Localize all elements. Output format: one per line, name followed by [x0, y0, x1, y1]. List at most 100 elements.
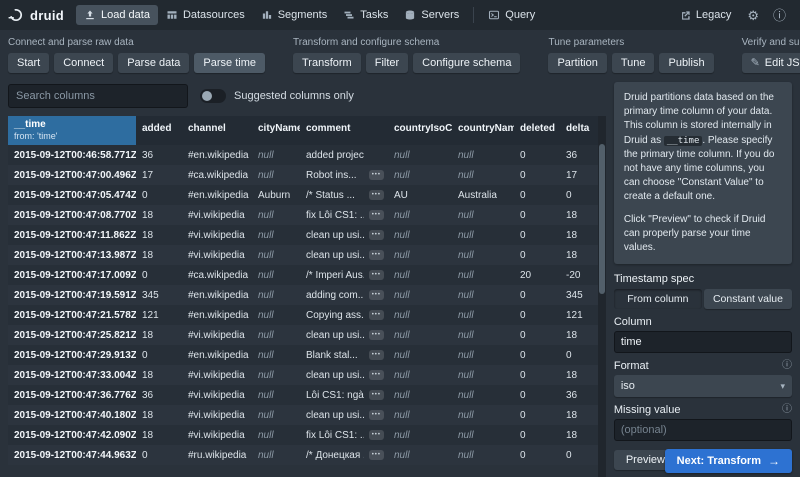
nav-item-label: Tasks [360, 9, 389, 21]
expand-comment-button[interactable]: ••• [368, 230, 384, 240]
data-preview-table: __time from: 'time' added channel cityNa… [8, 116, 606, 477]
country-name-cell: null [458, 449, 474, 461]
added-cell: 345 [142, 289, 159, 301]
nav-item-tasks[interactable]: Tasks [335, 5, 396, 25]
column-input[interactable] [613, 331, 792, 354]
city-cell: null [258, 389, 274, 401]
column-header-countryName[interactable]: countryName [452, 116, 514, 145]
comment-cell: clean up usi... ••• [300, 405, 388, 425]
step-group-connect: Connect and parse raw data Start Connect… [8, 37, 265, 73]
format-info-icon[interactable]: ⓘ [782, 361, 792, 371]
filter-row: Suggested columns only [8, 84, 606, 108]
expand-comment-button[interactable]: ••• [368, 330, 384, 340]
column-header-added[interactable]: added [136, 116, 182, 145]
nav-item-servers[interactable]: Servers [396, 5, 467, 25]
table-row: 2015-09-12T00:47:05.474Z 0 #en.wikipedia Au… [8, 185, 604, 205]
nav-item-load-data[interactable]: Load data [76, 5, 158, 25]
table-row: 2015-09-12T00:47:08.770Z 18 #vi.wikipedia n… [8, 205, 604, 225]
country-name-cell: null [458, 289, 474, 301]
step-transform[interactable]: Transform [293, 53, 361, 73]
time-cell: 2015-09-12T00:47:17.009Z [14, 269, 136, 281]
city-cell: null [258, 369, 274, 381]
table-row: 2015-09-12T00:47:19.591Z 345 #en.wikipedia… [8, 285, 604, 305]
druid-brand[interactable]: druid [8, 7, 64, 23]
nav-item-query[interactable]: Query [480, 5, 543, 25]
comment-cell: adding com... ••• [300, 285, 388, 305]
comment-cell: /* Донецкая ...••• [300, 445, 388, 465]
legacy-button[interactable]: Legacy [672, 5, 739, 25]
missing-value-field: Missing value ⓘ [613, 404, 792, 442]
expand-comment-button[interactable]: ••• [368, 290, 384, 300]
expand-comment-button[interactable]: ••• [368, 410, 384, 420]
column-header-deleted[interactable]: deleted [514, 116, 560, 145]
step-edit-json-spec[interactable]: ✎ Edit JSON spec [741, 53, 800, 73]
expand-comment-button[interactable]: ••• [368, 450, 384, 460]
expand-comment-button[interactable]: ••• [368, 310, 384, 320]
time-cell: 2015-09-12T00:47:21.578Z [14, 309, 136, 321]
expand-comment-button[interactable]: ••• [368, 370, 384, 380]
nav-item-datasources[interactable]: Datasources [158, 5, 253, 25]
column-header-countryIsoCode[interactable]: countryIsoCode [388, 116, 452, 145]
next-transform-button[interactable]: Next: Transform → [664, 449, 792, 473]
settings-gear-icon[interactable]: ⚙ [741, 7, 765, 24]
expand-comment-button[interactable]: ••• [368, 430, 384, 440]
table-row: 2015-09-12T00:47:29.913Z 0 #en.wikipedia nu… [8, 345, 604, 365]
arrow-right-icon: → [768, 454, 780, 468]
table-row: 2015-09-12T00:46:58.771Z 36 #en.wikipedia n… [8, 145, 604, 165]
toggle-knob [202, 91, 212, 101]
country-iso-cell: AU [394, 189, 408, 201]
nav-item-segments[interactable]: Segments [253, 5, 336, 25]
step-group-title: Connect and parse raw data [8, 37, 134, 48]
added-cell: 36 [142, 149, 154, 161]
expand-comment-button[interactable]: ••• [368, 170, 384, 180]
step-configure-schema[interactable]: Configure schema [413, 53, 521, 73]
format-selected-value: iso [620, 380, 635, 393]
step-publish[interactable]: Publish [659, 53, 714, 73]
expand-comment-button[interactable]: ••• [368, 350, 384, 360]
column-header-comment[interactable]: comment [300, 116, 388, 145]
comment-cell: Robot ins... ••• [300, 165, 388, 185]
nav-item-label: Servers [421, 9, 460, 21]
table-row: 2015-09-12T00:47:36.776Z 36 #vi.wikipedia n… [8, 385, 604, 405]
channel-cell: #vi.wikipedia [188, 369, 245, 381]
info-icon[interactable]: ⓘ [767, 7, 792, 24]
search-columns-input[interactable] [8, 84, 188, 108]
table-body: 2015-09-12T00:46:58.771Z 36 #en.wikipedia n… [8, 145, 604, 465]
comment-cell: clean up usi... ••• [300, 225, 388, 245]
navbar-right: Legacy ⚙ ⓘ [672, 5, 792, 25]
missing-value-input[interactable] [613, 419, 792, 442]
table-row: 2015-09-12T00:47:17.009Z 0 #ca.wikipedia nu… [8, 265, 604, 285]
format-field: Format ⓘ iso ▾ [613, 360, 792, 398]
added-cell: 0 [142, 269, 148, 281]
constant-value-button[interactable]: Constant value [703, 289, 792, 310]
time-column-header[interactable]: __time from: 'time' [8, 116, 136, 145]
step-tune[interactable]: Tune [611, 53, 655, 73]
step-partition[interactable]: Partition [548, 53, 607, 73]
open-legacy-icon [680, 10, 691, 21]
expand-comment-button[interactable]: ••• [368, 190, 384, 200]
expand-comment-button[interactable]: ••• [368, 250, 384, 260]
vertical-scrollbar[interactable] [597, 116, 606, 477]
column-header-cityName[interactable]: cityName [252, 116, 300, 145]
step-filter[interactable]: Filter [365, 53, 409, 73]
step-parse-data[interactable]: Parse data [118, 53, 190, 73]
table-row: 2015-09-12T00:47:13.987Z 18 #vi.wikipedia n… [8, 245, 604, 265]
from-column-button[interactable]: From column [613, 289, 702, 310]
step-nav: Connect and parse raw data Start Connect… [0, 30, 800, 82]
step-connect[interactable]: Connect [54, 53, 114, 73]
expand-comment-button[interactable]: ••• [368, 210, 384, 220]
channel-cell: #ca.wikipedia [188, 169, 249, 181]
column-header-channel[interactable]: channel [182, 116, 252, 145]
step-start[interactable]: Start [8, 53, 50, 73]
added-cell: 18 [142, 329, 154, 341]
suggested-columns-toggle[interactable] [200, 89, 226, 103]
expand-comment-button[interactable]: ••• [368, 390, 384, 400]
expand-comment-button[interactable]: ••• [368, 270, 384, 280]
table-row: 2015-09-12T00:47:33.004Z 18 #vi.wikipedia n… [8, 365, 604, 385]
time-cell: 2015-09-12T00:47:44.963Z [14, 449, 136, 461]
format-select[interactable]: iso ▾ [613, 375, 792, 398]
column-field-label: Column [613, 316, 652, 329]
step-parse-time[interactable]: Parse time [194, 53, 265, 73]
scrollbar-thumb[interactable] [598, 144, 605, 294]
missing-value-info-icon[interactable]: ⓘ [782, 405, 792, 415]
